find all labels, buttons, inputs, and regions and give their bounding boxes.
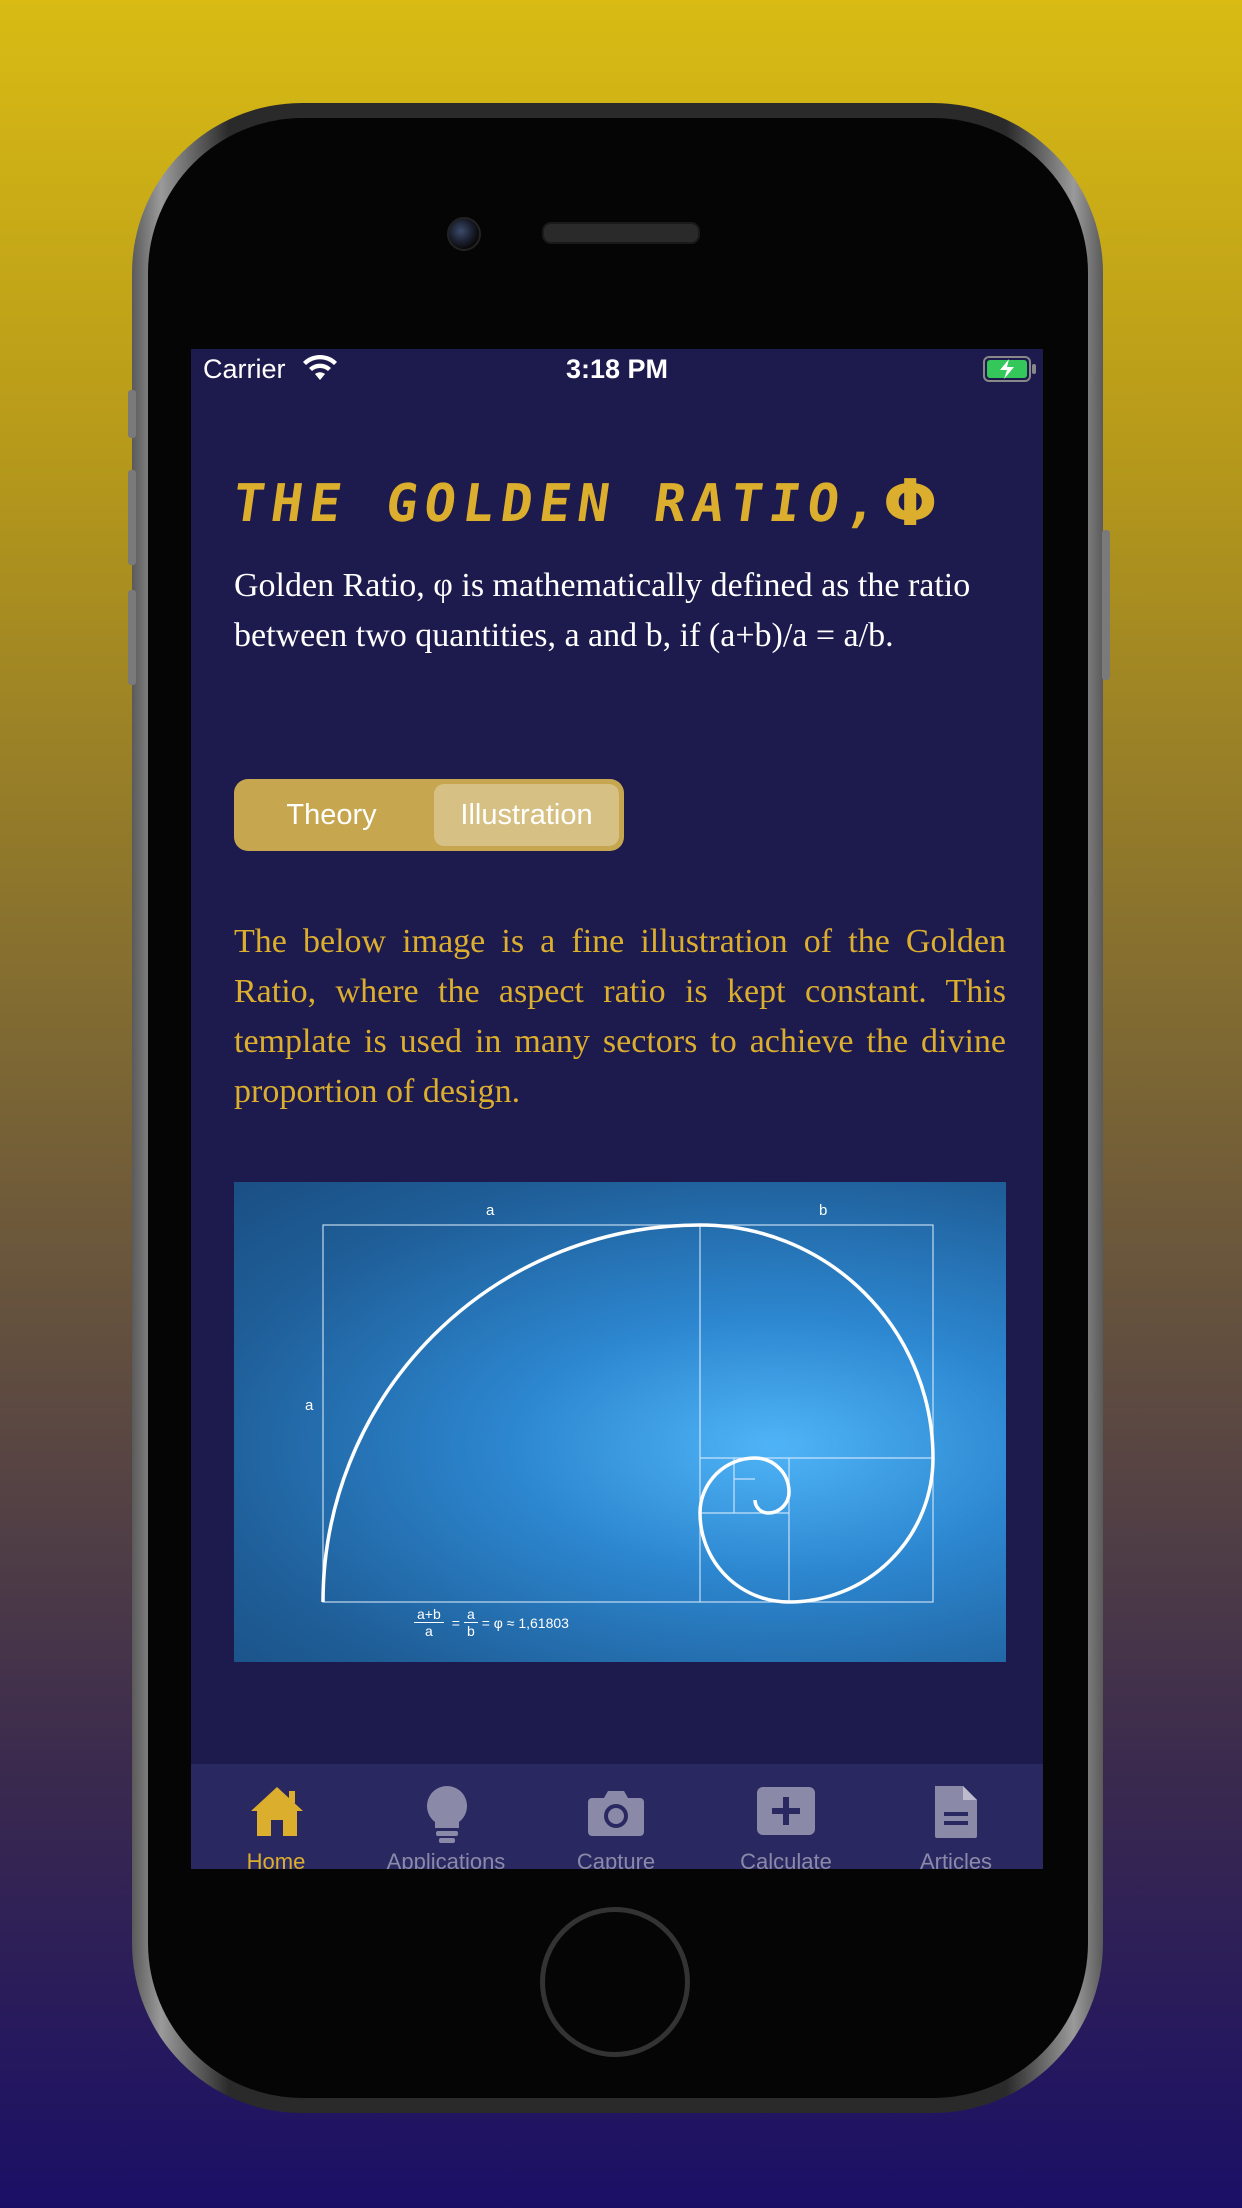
formula-result: = φ ≈ 1,61803 xyxy=(481,1614,569,1631)
earpiece-speaker xyxy=(542,222,700,244)
tab-label-home: Home xyxy=(246,1849,306,1869)
volume-down-button xyxy=(128,590,136,685)
formula-numerator: a+b xyxy=(414,1606,444,1623)
home-icon xyxy=(251,1787,303,1836)
formula-equals: = xyxy=(451,1614,460,1631)
segmented-control: Theory Illustration xyxy=(234,779,624,851)
tab-articles[interactable]: Articles xyxy=(871,1764,1041,1869)
lightbulb-icon xyxy=(427,1786,467,1843)
camera-icon xyxy=(588,1791,644,1836)
battery-charging-icon xyxy=(983,356,1036,382)
plus-square-icon xyxy=(757,1787,815,1835)
status-time: 3:18 PM xyxy=(565,354,669,384)
mute-switch xyxy=(128,390,136,438)
segment-illustration[interactable]: Illustration xyxy=(434,784,619,846)
tab-capture[interactable]: Capture xyxy=(531,1764,701,1869)
tab-calculate[interactable]: Calculate xyxy=(701,1764,871,1869)
label-top-a: a xyxy=(486,1202,495,1219)
page-title: THE GOLDEN RATIO, xyxy=(228,474,889,534)
power-button xyxy=(1102,530,1110,680)
status-bar: Carrier 3:18 PM xyxy=(191,349,1043,391)
golden-spiral-diagram xyxy=(321,1223,935,1604)
formula-denominator: a xyxy=(424,1623,433,1639)
home-button[interactable] xyxy=(540,1907,690,2057)
label-top-b: b xyxy=(819,1202,828,1219)
tab-label-capture: Capture xyxy=(576,1849,656,1869)
tab-label-applications: Applications xyxy=(386,1849,506,1869)
phi-symbol: Φ xyxy=(883,467,938,541)
volume-up-button xyxy=(128,470,136,565)
segment-theory[interactable]: Theory xyxy=(239,784,424,846)
app-screen: Carrier 3:18 PM THE GOLDEN RATIO, Φ Gold… xyxy=(191,349,1043,1869)
tab-home[interactable]: Home xyxy=(191,1764,361,1869)
golden-ratio-formula: a+b a = a b = φ ≈ 1,61803 xyxy=(414,1606,569,1639)
tab-label-articles: Articles xyxy=(919,1849,993,1869)
label-side-a: a xyxy=(305,1397,314,1414)
tab-label-calculate: Calculate xyxy=(740,1849,832,1869)
illustration-description: The below image is a fine illustration o… xyxy=(234,923,1006,1110)
tab-bar: Home Applications Capture Calculate Arti… xyxy=(191,1764,1043,1869)
golden-ratio-illustration: a b a a+b a = a b = φ ≈ 1,61803 xyxy=(234,1182,1006,1662)
tab-applications[interactable]: Applications xyxy=(361,1764,531,1869)
formula-numerator-2: a xyxy=(463,1606,478,1623)
formula-denominator-2: b xyxy=(466,1623,475,1639)
document-icon xyxy=(935,1786,977,1838)
intro-text: Golden Ratio, φ is mathematically define… xyxy=(234,567,971,654)
front-camera xyxy=(447,217,481,251)
